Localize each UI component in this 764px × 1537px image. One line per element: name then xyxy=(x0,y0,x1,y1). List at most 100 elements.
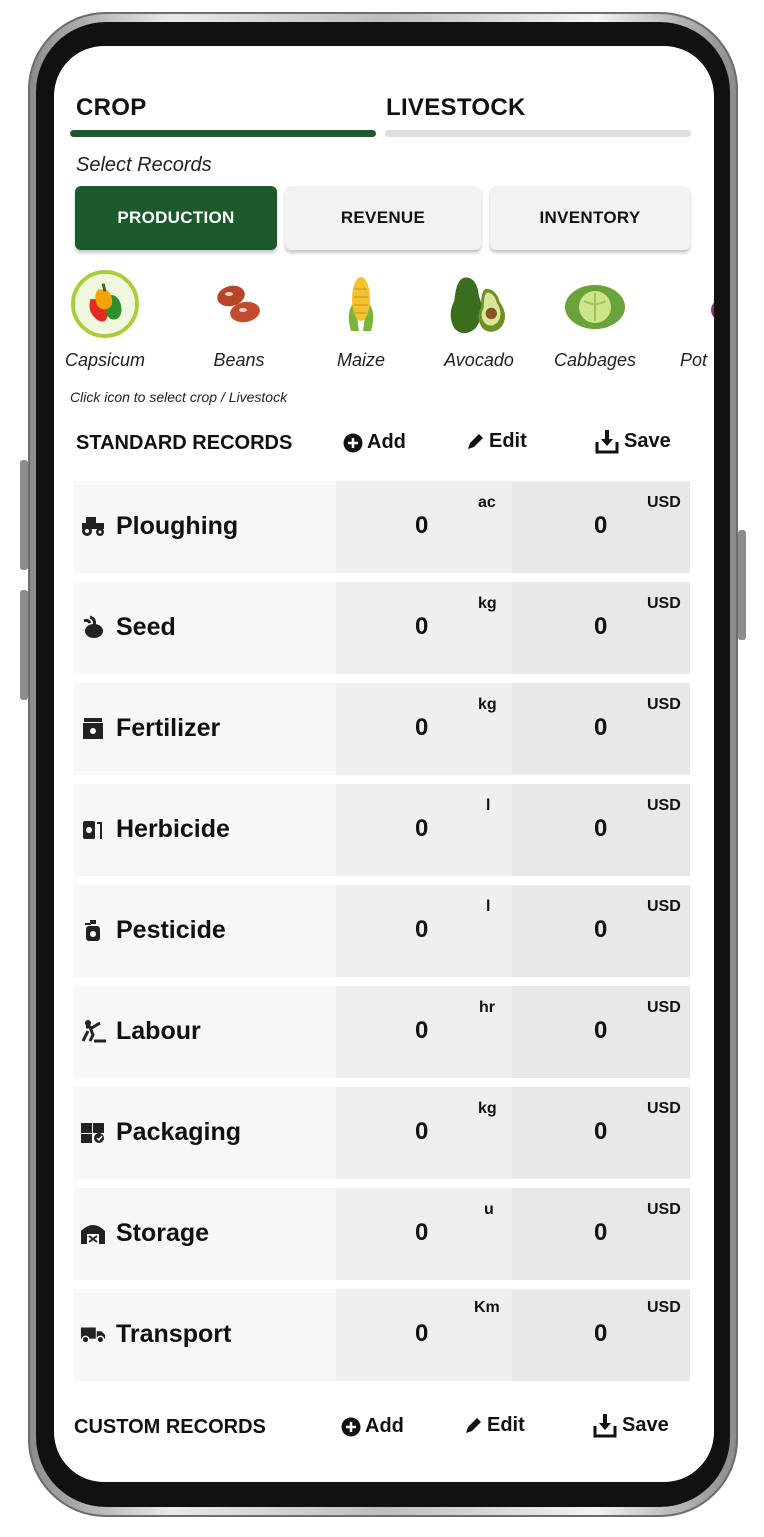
revenue-button[interactable]: REVENUE xyxy=(285,186,481,250)
potato-icon xyxy=(663,270,714,338)
record-row-fertilizer: Fertilizer 0 kg 0 USD xyxy=(74,683,690,775)
crop-item-avocado[interactable]: Avocado xyxy=(424,270,534,371)
crop-hint: Click icon to select crop / Livestock xyxy=(70,389,288,405)
record-row-herbicide: Herbicide 0 l 0 USD xyxy=(74,784,690,876)
fertilizer-icon xyxy=(80,715,106,741)
currency-label: USD xyxy=(647,999,681,1016)
row-label: Pesticide xyxy=(116,916,226,944)
currency-label: USD xyxy=(647,898,681,915)
record-row-seed: Seed 0 kg 0 USD xyxy=(74,582,690,674)
cost-field[interactable]: 0 xyxy=(594,916,607,944)
standard-add-label: Add xyxy=(367,431,406,453)
standard-add-button[interactable]: Add xyxy=(343,431,406,454)
avocado-icon xyxy=(445,270,513,338)
standard-edit-label: Edit xyxy=(489,430,527,452)
cost-field[interactable]: 0 xyxy=(594,1219,607,1247)
beans-icon xyxy=(205,270,273,338)
standard-save-label: Save xyxy=(624,429,671,452)
maize-icon xyxy=(327,270,395,338)
crop-item-pot[interactable]: Pot xyxy=(642,270,714,371)
custom-save-button[interactable]: Save xyxy=(592,1412,669,1438)
standard-save-button[interactable]: Save xyxy=(594,428,671,454)
quantity-field[interactable]: 0 xyxy=(415,714,428,742)
cost-field[interactable]: 0 xyxy=(594,512,607,540)
tractor-icon xyxy=(80,513,106,539)
inventory-button[interactable]: INVENTORY xyxy=(490,186,690,250)
crop-item-cabbages[interactable]: Cabbages xyxy=(540,270,650,371)
currency-label: USD xyxy=(647,1201,681,1218)
crop-item-beans[interactable]: Beans xyxy=(184,270,294,371)
record-row-packaging: Packaging 0 kg 0 USD xyxy=(74,1087,690,1179)
cost-field[interactable]: 0 xyxy=(594,714,607,742)
row-label: Seed xyxy=(116,613,176,641)
row-label: Transport xyxy=(116,1320,232,1348)
volume-up-button xyxy=(20,460,28,570)
quantity-field[interactable]: 0 xyxy=(415,1118,428,1146)
production-button[interactable]: PRODUCTION xyxy=(75,186,277,250)
download-icon xyxy=(595,430,619,454)
cost-field[interactable]: 0 xyxy=(594,1017,607,1045)
row-label: Herbicide xyxy=(116,815,230,843)
quantity-field[interactable]: 0 xyxy=(415,1017,428,1045)
cost-field[interactable]: 0 xyxy=(594,1320,607,1348)
row-label: Labour xyxy=(116,1017,201,1045)
quantity-field[interactable]: 0 xyxy=(415,613,428,641)
storage-icon xyxy=(80,1220,106,1246)
crop-label-cabbages: Cabbages xyxy=(553,350,637,370)
cost-field[interactable]: 0 xyxy=(594,1118,607,1146)
crop-label-capsicum: Capsicum xyxy=(64,350,146,370)
packaging-icon xyxy=(80,1119,106,1145)
row-label: Ploughing xyxy=(116,512,239,540)
custom-save-label: Save xyxy=(622,1413,669,1436)
record-row-storage: Storage 0 u 0 USD xyxy=(74,1188,690,1280)
unit-label: ac xyxy=(478,494,496,511)
pencil-icon xyxy=(468,433,483,449)
crop-label-pot: Pot xyxy=(680,350,708,370)
download-icon xyxy=(593,1414,617,1438)
standard-edit-button[interactable]: Edit xyxy=(465,430,527,453)
quantity-field[interactable]: 0 xyxy=(415,815,428,843)
volume-down-button xyxy=(20,590,28,700)
currency-label: USD xyxy=(647,696,681,713)
currency-label: USD xyxy=(647,1100,681,1117)
record-row-labour: Labour 0 hr 0 USD xyxy=(74,986,690,1078)
unit-label: hr xyxy=(479,999,495,1016)
labour-icon xyxy=(80,1018,106,1044)
record-row-transport: Transport 0 Km 0 USD xyxy=(74,1289,690,1381)
cost-field[interactable]: 0 xyxy=(594,815,607,843)
select-records-label: Select Records xyxy=(76,154,212,176)
currency-label: USD xyxy=(647,1299,681,1316)
custom-records-title: CUSTOM RECORDS xyxy=(74,1416,266,1438)
cost-field[interactable]: 0 xyxy=(594,613,607,641)
crop-label-maize: Maize xyxy=(336,350,385,370)
add-circle-icon xyxy=(341,1417,361,1436)
cabbage-icon xyxy=(561,270,629,338)
custom-edit-label: Edit xyxy=(487,1414,525,1436)
crop-item-capsicum[interactable]: Capsicum xyxy=(54,270,160,371)
crop-carousel: Capsicum Beans Maize Avocado Cabbages Po… xyxy=(54,270,714,390)
capsicum-icon xyxy=(71,270,139,338)
custom-add-button[interactable]: Add xyxy=(341,1415,404,1438)
tab-livestock[interactable]: LIVESTOCK xyxy=(386,94,526,122)
quantity-field[interactable]: 0 xyxy=(415,1320,428,1348)
unit-label: u xyxy=(484,1201,494,1218)
herbicide-icon xyxy=(80,816,106,842)
add-circle-icon xyxy=(343,433,363,452)
tab-livestock-indicator xyxy=(385,130,691,137)
quantity-field[interactable]: 0 xyxy=(415,916,428,944)
truck-icon xyxy=(80,1321,106,1347)
pesticide-icon xyxy=(80,917,106,943)
quantity-field[interactable]: 0 xyxy=(415,512,428,540)
standard-records-title: STANDARD RECORDS xyxy=(76,432,293,454)
unit-label: kg xyxy=(478,595,497,612)
crop-label-beans: Beans xyxy=(213,350,265,370)
record-row-ploughing: Ploughing 0 ac 0 USD xyxy=(74,481,690,573)
quantity-field[interactable]: 0 xyxy=(415,1219,428,1247)
custom-edit-button[interactable]: Edit xyxy=(463,1414,525,1437)
row-label: Packaging xyxy=(116,1118,242,1146)
crop-label-avocado: Avocado xyxy=(444,350,514,370)
crop-item-maize[interactable]: Maize xyxy=(306,270,416,371)
unit-label: kg xyxy=(478,696,497,713)
tab-crop[interactable]: CROP xyxy=(76,94,147,122)
pencil-icon xyxy=(466,1417,481,1433)
